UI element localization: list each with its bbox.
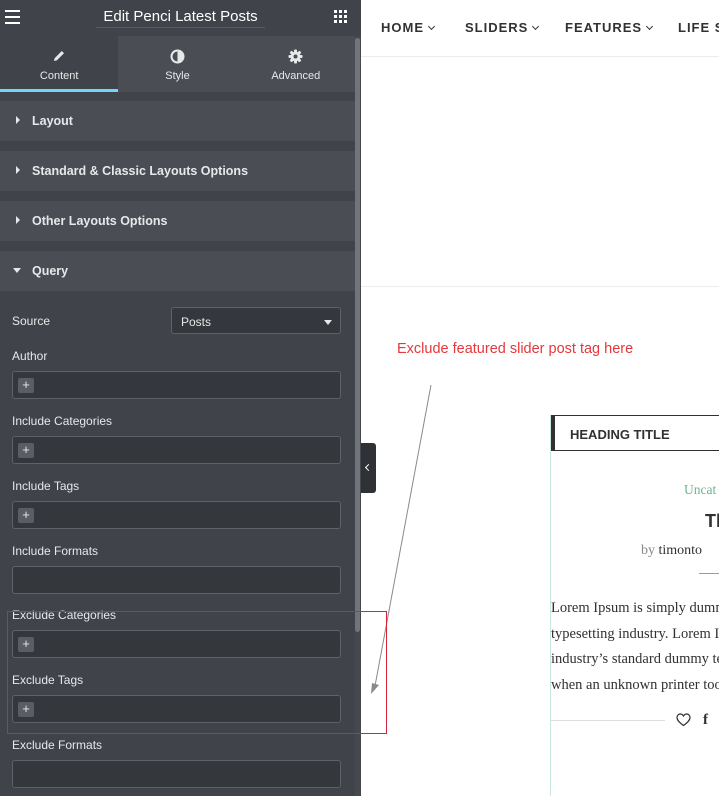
exclude-categories-label: Exclude Categories <box>12 608 117 622</box>
panel-tabs: Content Style Advanced <box>0 36 355 92</box>
section-query-label: Query <box>32 264 69 278</box>
author-field[interactable]: + <box>12 371 341 399</box>
page-preview: HOME SLIDERS FEATURES LIFE S Exclude fea… <box>361 0 719 796</box>
add-include-category-button[interactable]: + <box>18 443 34 458</box>
caret-right-icon <box>16 216 20 224</box>
include-categories-field[interactable]: + <box>12 436 341 464</box>
annotation-arrow <box>371 384 432 694</box>
pencil-icon <box>0 49 118 65</box>
app-window: Edit Penci Latest Posts Content Style Ad… <box>0 0 719 796</box>
tab-advanced-label: Advanced <box>271 70 321 82</box>
section-other-layouts[interactable]: Other Layouts Options <box>0 201 355 241</box>
section-other-label: Other Layouts Options <box>32 214 168 228</box>
tab-advanced[interactable]: Advanced <box>237 36 355 92</box>
caret-down-icon <box>13 268 21 273</box>
tab-style-label: Style <box>165 70 190 82</box>
add-author-button[interactable]: + <box>18 378 34 393</box>
add-include-tag-button[interactable]: + <box>18 508 34 523</box>
source-select-value: Posts <box>181 315 212 329</box>
author-label: Author <box>12 349 48 363</box>
caret-right-icon <box>16 166 20 174</box>
hamburger-menu-icon[interactable] <box>5 10 20 24</box>
panel-title: Edit Penci Latest Posts <box>103 8 258 25</box>
editor-panel: Edit Penci Latest Posts Content Style Ad… <box>0 0 361 796</box>
gear-icon <box>237 49 355 65</box>
include-categories-label: Include Categories <box>12 414 113 428</box>
title-underline <box>96 27 265 28</box>
caret-right-icon <box>16 116 20 124</box>
panel-scrollbar-thumb[interactable] <box>355 38 360 632</box>
widgets-grid-icon[interactable] <box>334 10 347 23</box>
section-standard-label: Standard & Classic Layouts Options <box>32 164 249 178</box>
exclude-tags-field[interactable]: + <box>12 695 341 723</box>
section-standard-classic-layouts[interactable]: Standard & Classic Layouts Options <box>0 151 355 191</box>
include-tags-label: Include Tags <box>12 479 80 493</box>
section-layout-label: Layout <box>32 114 73 128</box>
include-formats-label: Include Formats <box>12 544 99 558</box>
source-select[interactable]: Posts <box>171 307 341 334</box>
exclude-formats-field[interactable] <box>12 760 341 788</box>
panel-header: Edit Penci Latest Posts <box>0 0 361 36</box>
add-exclude-tag-button[interactable]: + <box>18 702 34 717</box>
tab-content-label: Content <box>39 70 79 82</box>
tab-style[interactable]: Style <box>118 36 236 92</box>
contrast-icon <box>118 49 236 65</box>
section-query[interactable]: Query <box>0 251 355 291</box>
tab-content[interactable]: Content <box>0 36 119 92</box>
include-tags-field[interactable]: + <box>12 501 341 529</box>
add-exclude-category-button[interactable]: + <box>18 637 34 652</box>
section-layout[interactable]: Layout <box>0 101 355 141</box>
exclude-formats-label: Exclude Formats <box>12 738 103 752</box>
chevron-down-icon <box>324 320 332 325</box>
include-formats-field[interactable] <box>12 566 341 594</box>
source-label: Source <box>12 314 51 328</box>
exclude-categories-field[interactable]: + <box>12 630 341 658</box>
exclude-tags-label: Exclude Tags <box>12 673 84 687</box>
